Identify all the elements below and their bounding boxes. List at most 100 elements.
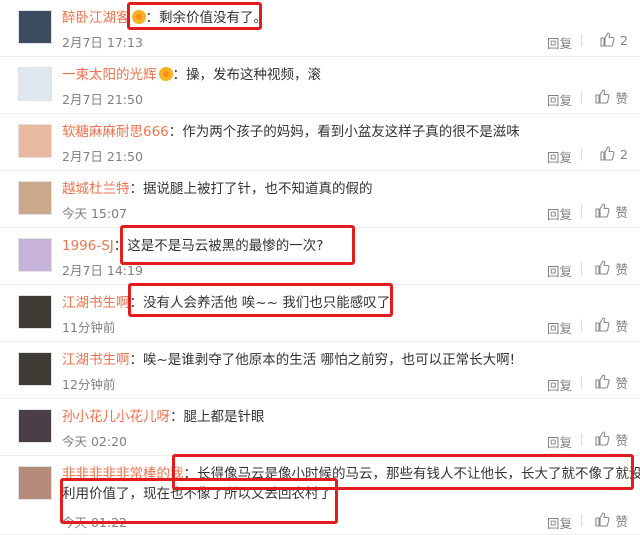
- like-button[interactable]: 赞: [594, 316, 628, 335]
- divider: [581, 376, 582, 389]
- colon: ：: [172, 67, 187, 83]
- comment-line: 非非非非非常棒的我：长得像马云是像小时候的马云，那些有钱人不让他长，长大了就不像…: [62, 464, 640, 484]
- like-button[interactable]: 赞: [594, 259, 628, 278]
- divider: [581, 34, 582, 47]
- comment-time: 2月7日 14:19: [62, 263, 143, 278]
- avatar[interactable]: [18, 466, 52, 500]
- like-button[interactable]: 赞: [594, 373, 628, 392]
- thumbs-up-icon: [594, 88, 610, 107]
- thumbs-up-icon: [599, 31, 615, 50]
- comment-text: 没有人会养活他 唉~~ 我们也只能感叹了: [143, 295, 391, 311]
- comment-text: 据说腿上被打了针，也不知道真的假的: [143, 181, 373, 197]
- like-count: 2: [620, 33, 628, 48]
- avatar[interactable]: [18, 295, 52, 329]
- avatar[interactable]: [18, 352, 52, 386]
- comment-text: 腿上都是针眼: [183, 409, 265, 425]
- reply-button[interactable]: 回复: [547, 90, 572, 109]
- thumbs-up-icon: [594, 259, 610, 278]
- like-count: 赞: [615, 376, 628, 391]
- like-button[interactable]: 赞: [594, 511, 628, 530]
- like-button[interactable]: 2: [599, 31, 628, 50]
- comment-text: 唉~是谁剥夺了他原本的生活 哪怕之前穷，也可以正常长大啊!: [143, 352, 516, 368]
- username-link[interactable]: 一束太阳的光辉: [62, 67, 157, 83]
- avatar[interactable]: [18, 67, 52, 101]
- comment-text: 作为两个孩子的妈妈，看到小盆友这样子真的很不是滋味: [182, 124, 520, 140]
- divider: [581, 262, 582, 275]
- avatar[interactable]: [18, 238, 52, 272]
- comment-text-continued: 利用价值了，现在也不像了所以又丢回农村了: [62, 486, 332, 502]
- like-button[interactable]: 赞: [594, 202, 628, 221]
- comment-line: 江湖书生啊：唉~是谁剥夺了他原本的生活 哪怕之前穷，也可以正常长大啊!: [62, 350, 630, 370]
- username-link[interactable]: 江湖书生啊: [62, 352, 130, 368]
- avatar[interactable]: [18, 181, 52, 215]
- vip-badge-icon: [158, 67, 173, 81]
- like-button[interactable]: 2: [599, 145, 628, 164]
- like-count: 赞: [615, 205, 628, 220]
- colon: ：: [145, 10, 160, 26]
- like-button[interactable]: 赞: [594, 430, 628, 449]
- username-link[interactable]: 江湖书生啊: [62, 295, 130, 311]
- reply-button[interactable]: 回复: [547, 204, 572, 223]
- comment-line: 醉卧江湖客 ：剩余价值没有了。: [62, 8, 630, 28]
- colon: ：: [129, 295, 144, 311]
- comment-row: 醉卧江湖客 ：剩余价值没有了。 2月7日 17:13 回复 2: [0, 0, 640, 57]
- username-link[interactable]: 醉卧江湖客: [62, 10, 130, 26]
- reply-button[interactable]: 回复: [547, 513, 572, 532]
- username-link[interactable]: 非非非非非常棒的我: [62, 466, 184, 482]
- username-link[interactable]: 越城杜兰特: [62, 181, 130, 197]
- comment-time: 2月7日 17:13: [62, 35, 143, 50]
- comment-line: 软糖麻麻耐思666：作为两个孩子的妈妈，看到小盆友这样子真的很不是滋味: [62, 122, 630, 142]
- thumbs-up-icon: [594, 511, 610, 530]
- reply-button[interactable]: 回复: [547, 147, 572, 166]
- reply-button[interactable]: 回复: [547, 33, 572, 52]
- colon: ：: [168, 124, 183, 140]
- colon: ：: [183, 466, 198, 482]
- divider: [581, 514, 582, 527]
- comment-text: 剩余价值没有了。: [159, 10, 267, 26]
- comment-line: 一束太阳的光辉 ：操，发布这种视频，滚: [62, 65, 630, 85]
- comment-row: 孙小花儿小花儿呀：腿上都是针眼 今天 02:20 回复 赞: [0, 399, 640, 456]
- comment-time: 今天 02:20: [62, 434, 127, 449]
- username-link[interactable]: 软糖麻麻耐思666: [62, 124, 169, 140]
- comment-text: 长得像马云是像小时候的马云，那些有钱人不让他长，长大了就不像了就没: [197, 466, 640, 482]
- like-count: 2: [620, 147, 628, 162]
- avatar[interactable]: [18, 10, 52, 44]
- like-count: 赞: [615, 262, 628, 277]
- reply-button[interactable]: 回复: [547, 375, 572, 394]
- divider: [581, 433, 582, 446]
- like-button[interactable]: 赞: [594, 88, 628, 107]
- colon: ：: [170, 409, 184, 425]
- comment-time: 今天 01:22: [62, 515, 127, 530]
- divider: [581, 148, 582, 161]
- comment-line: 1996-SJ：这是不是马云被黑的最惨的一次?: [62, 236, 630, 256]
- comment-time: 2月7日 21:50: [62, 92, 143, 107]
- reply-button[interactable]: 回复: [547, 432, 572, 451]
- comment-text: 这是不是马云被黑的最惨的一次?: [127, 238, 324, 254]
- divider: [581, 205, 582, 218]
- like-count: 赞: [615, 433, 628, 448]
- reply-button[interactable]: 回复: [547, 318, 572, 337]
- comment-row: 江湖书生啊：唉~是谁剥夺了他原本的生活 哪怕之前穷，也可以正常长大啊! 12分钟…: [0, 342, 640, 399]
- comment-row: 非非非非非常棒的我：长得像马云是像小时候的马云，那些有钱人不让他长，长大了就不像…: [0, 456, 640, 535]
- thumbs-up-icon: [599, 145, 615, 164]
- comment-line: 江湖书生啊：没有人会养活他 唉~~ 我们也只能感叹了: [62, 293, 630, 313]
- comment-time: 今天 15:07: [62, 206, 127, 221]
- reply-button[interactable]: 回复: [547, 261, 572, 280]
- colon: ：: [129, 352, 144, 368]
- thumbs-up-icon: [594, 202, 610, 221]
- like-count: 赞: [615, 319, 628, 334]
- avatar[interactable]: [18, 409, 52, 443]
- comment-time: 11分钟前: [62, 320, 116, 335]
- like-count: 赞: [615, 91, 628, 106]
- username-link[interactable]: 孙小花儿小花儿呀: [62, 409, 170, 425]
- thumbs-up-icon: [594, 316, 610, 335]
- comment-line: 越城杜兰特：据说腿上被打了针，也不知道真的假的: [62, 179, 630, 199]
- comment-row: 软糖麻麻耐思666：作为两个孩子的妈妈，看到小盆友这样子真的很不是滋味 2月7日…: [0, 114, 640, 171]
- username-link[interactable]: 1996-SJ: [62, 238, 114, 254]
- thumbs-up-icon: [594, 430, 610, 449]
- comment-row: 江湖书生啊：没有人会养活他 唉~~ 我们也只能感叹了 11分钟前 回复 赞: [0, 285, 640, 342]
- comment-time: 12分钟前: [62, 377, 116, 392]
- avatar[interactable]: [18, 124, 52, 158]
- comment-row: 越城杜兰特：据说腿上被打了针，也不知道真的假的 今天 15:07 回复 赞: [0, 171, 640, 228]
- comment-time: 2月7日 21:50: [62, 149, 143, 164]
